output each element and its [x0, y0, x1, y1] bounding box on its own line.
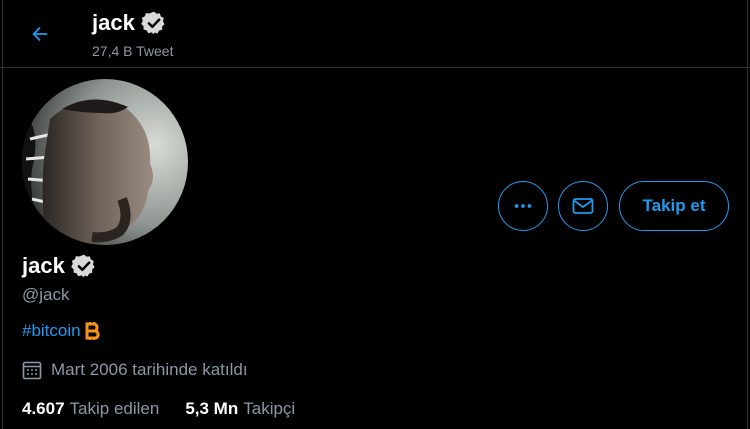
header-title: jack	[92, 10, 167, 36]
follow-stats: 4.607 Takip edilen 5,3 Mn Takipçi	[22, 399, 295, 419]
following-link[interactable]: 4.607 Takip edilen	[22, 399, 159, 419]
back-button[interactable]	[20, 14, 60, 54]
bitcoin-hashtag-link[interactable]: #bitcoin	[22, 321, 81, 341]
calendar-icon	[22, 361, 42, 380]
profile-header: jack 27,4 B Tweet	[0, 0, 750, 68]
mail-icon	[572, 198, 594, 214]
avatar[interactable]	[22, 79, 188, 245]
bitcoin-icon	[85, 322, 100, 340]
message-button[interactable]	[558, 181, 608, 231]
tweet-count: 27,4 B Tweet	[92, 43, 174, 59]
followers-count: 5,3 Mn	[185, 399, 239, 418]
avatar-photo	[22, 79, 188, 245]
display-name: jack	[22, 253, 97, 279]
followers-label: Takipçi	[243, 399, 296, 418]
join-date: Mart 2006 tarihinde katıldı	[22, 360, 248, 380]
more-button[interactable]	[498, 181, 548, 231]
bio: #bitcoin	[22, 320, 102, 342]
following-label: Takip edilen	[69, 399, 160, 418]
follow-button[interactable]: Takip et	[619, 181, 729, 231]
header-name-text: jack	[92, 10, 135, 35]
followers-link[interactable]: 5,3 Mn Takipçi	[185, 399, 295, 419]
profile-page: jack 27,4 B Tweet Takip et jack @jack #b…	[0, 0, 750, 429]
more-icon	[514, 204, 532, 208]
display-name-text: jack	[22, 253, 65, 278]
following-count: 4.607	[22, 399, 65, 418]
arrow-left-icon	[32, 26, 48, 42]
user-handle: @jack	[22, 285, 70, 304]
join-date-text: Mart 2006 tarihinde katıldı	[51, 360, 248, 379]
verified-badge-icon	[71, 254, 95, 278]
verified-badge-icon	[141, 11, 165, 35]
